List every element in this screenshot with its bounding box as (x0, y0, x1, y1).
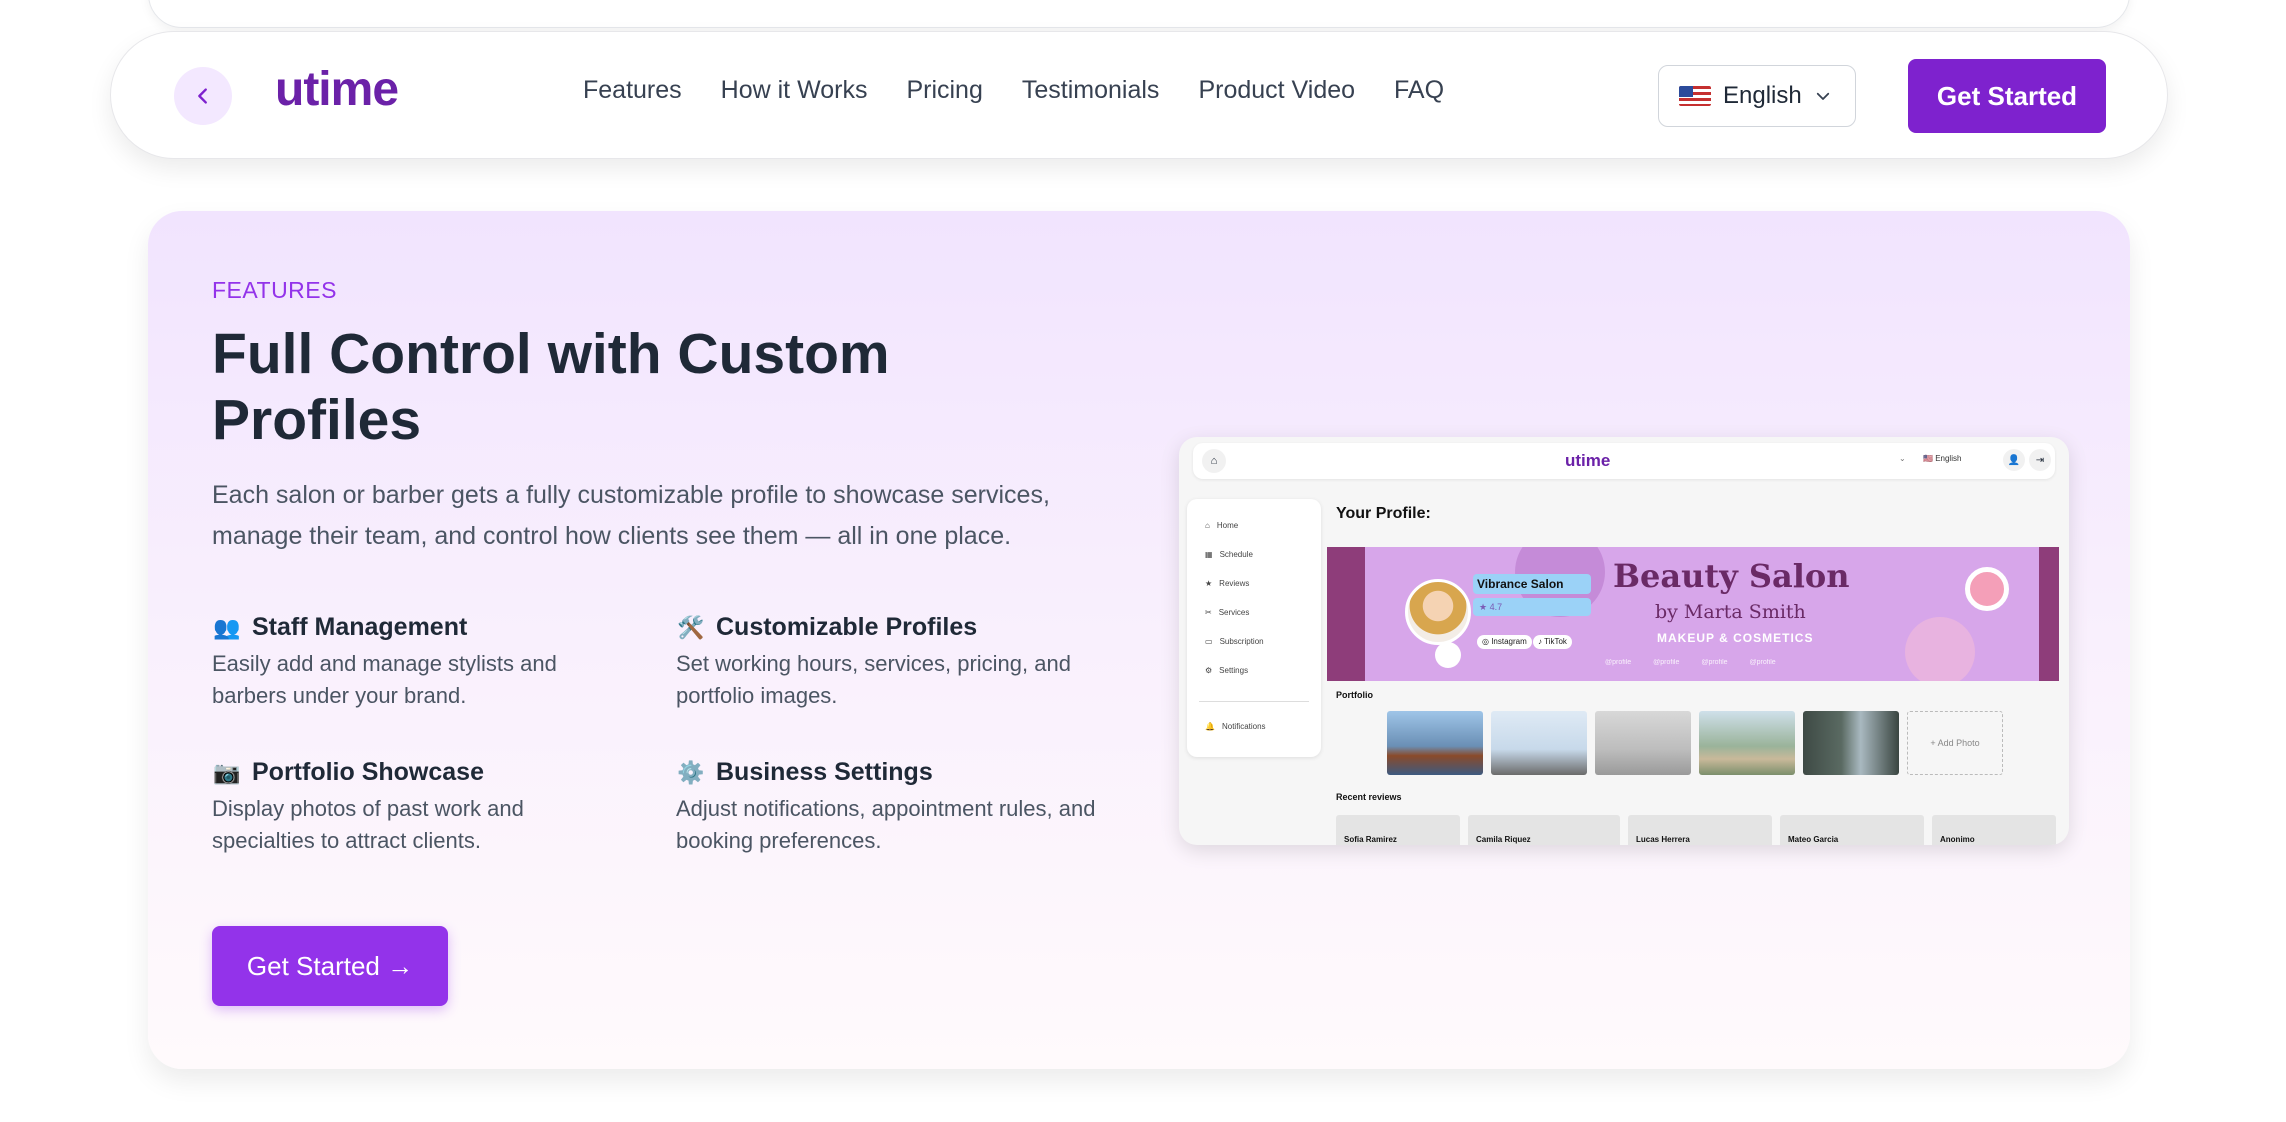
get-started-button[interactable]: Get Started (1908, 59, 2106, 133)
get-started-cta-button[interactable]: Get Started → (212, 926, 448, 1006)
mockup-page-title: Your Profile: (1336, 505, 1431, 522)
feature-staff-management: 👥 Staff Management Easily add and manage … (212, 613, 632, 712)
mockup-topbar: ⌂ utime ⌄ 🇺🇸 English 👤 ⇥ (1193, 443, 2055, 479)
nav-links: Features How it Works Pricing Testimonia… (583, 76, 1444, 105)
feature-description: Easily add and manage stylists and barbe… (212, 651, 557, 708)
mockup-language: 🇺🇸 English (1923, 454, 1962, 463)
sidebar-item-notifications: 🔔 Notifications (1205, 722, 1266, 731)
banner-handles: @profile @profile @profile @profile (1605, 659, 1776, 666)
user-icon: 👤 (2003, 449, 2025, 471)
features-section: FEATURES Full Control with Custom Profil… (148, 211, 2130, 1069)
chevron-down-icon: ⌄ (1899, 454, 1906, 463)
feature-title: Customizable Profiles (716, 613, 978, 641)
camera-icon: 📷 (213, 759, 241, 785)
gear-icon: ⚙ (1205, 666, 1213, 675)
sidebar-item-home: ⌂ Home (1205, 521, 1239, 530)
nav-link-how-it-works[interactable]: How it Works (721, 76, 868, 105)
recent-reviews-label: Recent reviews (1336, 792, 1402, 802)
portfolio-photo (1491, 711, 1587, 775)
nav-link-product-video[interactable]: Product Video (1198, 76, 1355, 105)
tools-icon: 🛠️ (677, 614, 705, 640)
section-description: Each salon or barber gets a fully custom… (212, 481, 1050, 550)
compact-mirror-graphic (1965, 567, 2009, 611)
review-card: Sofia Ramirez (1336, 815, 1460, 845)
feature-description: Display photos of past work and specialt… (212, 796, 524, 853)
profile-banner: Vibrance Salon ★ 4.7 ◎ Instagram ♪ TikTo… (1327, 547, 2059, 681)
home-icon: ⌂ (1202, 449, 1226, 473)
banner-subtitle: by Marta Smith (1655, 601, 1806, 623)
feature-title: Portfolio Showcase (252, 758, 484, 786)
card-icon: ▭ (1205, 637, 1213, 646)
feature-title: Staff Management (252, 613, 468, 641)
rating-badge: ★ 4.7 (1473, 598, 1591, 616)
banner-decoration (1905, 617, 1975, 681)
previous-section-card (148, 0, 2130, 28)
feature-title: Business Settings (716, 758, 933, 786)
language-selector[interactable]: English (1658, 65, 1856, 127)
mockup-logo: utime (1565, 451, 1611, 470)
us-flag-icon (1679, 86, 1711, 106)
avatar (1405, 579, 1471, 645)
star-icon: ★ (1205, 579, 1213, 588)
portfolio-photo (1387, 711, 1483, 775)
language-label: English (1723, 82, 1802, 109)
mockup-sidebar: ⌂ Home ▦ Schedule ★ Reviews ✂ Services ▭ Subs… (1187, 499, 1321, 757)
people-icon: 👥 (213, 614, 241, 640)
feature-description: Set working hours, services, pricing, an… (676, 651, 1071, 708)
navbar: utime Features How it Works Pricing Test… (110, 31, 2168, 159)
feature-portfolio-showcase: 📷 Portfolio Showcase Display photos of pa… (212, 758, 632, 857)
section-headline: Full Control with Custom Profiles (212, 322, 890, 452)
section-eyebrow: FEATURES (212, 277, 337, 303)
tiktok-link: ♪ TikTok (1533, 635, 1572, 649)
sidebar-item-services: ✂ Services (1205, 608, 1250, 617)
feature-business-settings: ⚙️ Business Settings Adjust notifications… (676, 758, 1096, 857)
feature-description: Adjust notifications, appointment rules,… (676, 796, 1096, 853)
portfolio-label: Portfolio (1336, 690, 1373, 700)
review-card: Camila Riquez (1468, 815, 1620, 845)
logout-icon: ⇥ (2029, 449, 2051, 471)
sidebar-divider (1199, 701, 1309, 702)
banner-title: Beauty Salon (1613, 557, 1850, 595)
portfolio-photo (1803, 711, 1899, 775)
review-card: Mateo Garcia (1780, 815, 1924, 845)
feature-customizable-profiles: 🛠️ Customizable Profiles Set working hour… (676, 613, 1096, 712)
banner-tagline: MAKEUP & COSMETICS (1657, 631, 1814, 645)
nav-link-features[interactable]: Features (583, 76, 682, 105)
chevron-down-icon (1816, 92, 1829, 100)
sidebar-item-subscription: ▭ Subscription (1205, 637, 1264, 646)
review-card: Lucas Herrera (1628, 815, 1772, 845)
nav-link-faq[interactable]: FAQ (1394, 76, 1444, 105)
back-button[interactable] (174, 67, 232, 125)
home-icon: ⌂ (1205, 521, 1210, 530)
sidebar-item-reviews: ★ Reviews (1205, 579, 1250, 588)
calendar-icon: ▦ (1205, 550, 1213, 559)
flower-graphic (1435, 642, 1461, 668)
portfolio-photo (1595, 711, 1691, 775)
bell-icon: 🔔 (1205, 722, 1215, 731)
sidebar-item-schedule: ▦ Schedule (1205, 550, 1253, 559)
instagram-link: ◎ Instagram (1477, 635, 1532, 649)
gear-icon: ⚙️ (677, 759, 705, 785)
salon-name: Vibrance Salon (1473, 574, 1591, 594)
nav-link-pricing[interactable]: Pricing (906, 76, 982, 105)
sidebar-item-settings: ⚙ Settings (1205, 666, 1249, 675)
add-photo-button: + Add Photo (1907, 711, 2003, 775)
profile-mockup-screenshot: ⌂ utime ⌄ 🇺🇸 English 👤 ⇥ ⌂ Home ▦ Schedule… (1179, 437, 2069, 845)
chevron-left-icon (198, 88, 207, 104)
logo[interactable]: utime (275, 62, 399, 117)
portfolio-photo (1699, 711, 1795, 775)
review-card: Anonimo (1932, 815, 2056, 845)
nav-link-testimonials[interactable]: Testimonials (1022, 76, 1160, 105)
scissors-icon: ✂ (1205, 608, 1212, 617)
